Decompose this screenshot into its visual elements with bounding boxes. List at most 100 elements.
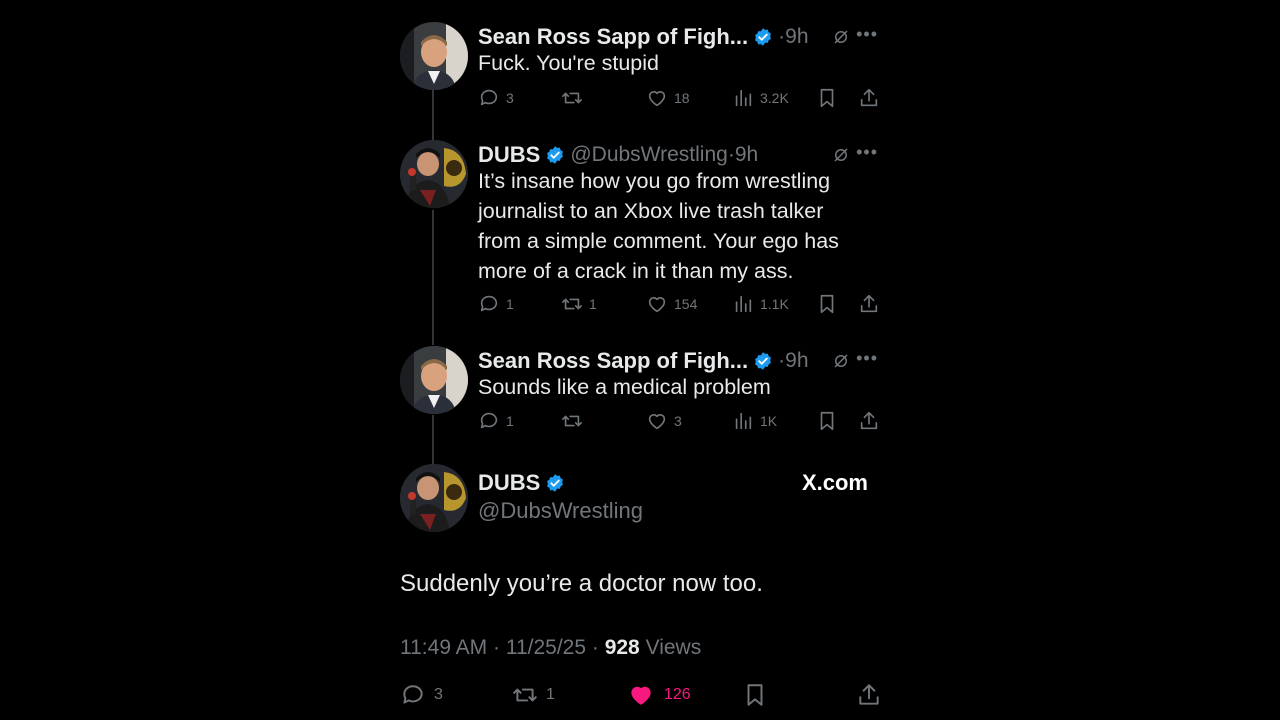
- views-count: 928: [604, 636, 640, 659]
- display-name[interactable]: Sean Ross Sapp of Figh...: [478, 24, 748, 50]
- views-button[interactable]: 3.2K: [732, 87, 789, 109]
- tweet-actions: 3 1 126: [400, 682, 880, 706]
- tweet-text: Suddenly you’re a doctor now too.: [400, 570, 763, 597]
- views-count: 3.2K: [760, 90, 789, 106]
- tweet-timestamp[interactable]: 11:49 AM · 11/25/25 · 928 Views: [400, 636, 701, 660]
- retweet-icon: [562, 92, 582, 104]
- reply-button[interactable]: 1: [478, 410, 514, 432]
- tweet-text-line: journalist to an Xbox live trash talker: [478, 199, 824, 223]
- reply-button[interactable]: 1: [478, 293, 514, 315]
- bookmark-icon: [820, 411, 834, 431]
- avatar[interactable]: [400, 346, 468, 414]
- share-icon: [860, 294, 878, 313]
- reply-icon: [480, 412, 498, 429]
- main-tweet: DUBS @DubsWrestling X.com Suddenly you’r…: [400, 464, 880, 720]
- display-name[interactable]: Sean Ross Sapp of Figh...: [478, 348, 748, 374]
- tweet-time[interactable]: ·9h: [728, 143, 758, 167]
- share-button[interactable]: [858, 293, 880, 315]
- retweet-button[interactable]: 1: [561, 293, 597, 315]
- tweet-time[interactable]: ·9h: [778, 25, 808, 49]
- reply-icon: [480, 295, 498, 312]
- share-button[interactable]: [858, 87, 880, 109]
- more-icon[interactable]: •••: [856, 142, 878, 163]
- tweet-text: Fuck. You're stupid: [478, 48, 659, 78]
- retweet-button[interactable]: 1: [512, 682, 555, 708]
- avatar-image: [400, 464, 468, 532]
- share-icon: [859, 684, 879, 705]
- like-button[interactable]: 3: [646, 410, 682, 432]
- views-icon: [735, 89, 752, 107]
- like-count: 3: [674, 413, 682, 429]
- avatar-image: [400, 346, 468, 414]
- views-icon: [735, 295, 752, 313]
- share-icon: [860, 411, 878, 430]
- like-icon: [648, 297, 666, 313]
- more-icon[interactable]: •••: [856, 24, 878, 45]
- avatar-image: [400, 140, 468, 208]
- share-icon: [860, 88, 878, 107]
- avatar[interactable]: [400, 140, 468, 208]
- like-icon: [631, 686, 651, 705]
- reply-button[interactable]: 3: [478, 87, 514, 109]
- like-count: 18: [674, 90, 690, 106]
- avatar[interactable]: [400, 464, 468, 532]
- views-count: 1K: [760, 413, 778, 429]
- reply-count: 1: [506, 296, 514, 312]
- avatar[interactable]: [400, 22, 468, 90]
- reply-tweet[interactable]: Sean Ross Sapp of Figh... ·9h ••• Sounds…: [400, 346, 880, 446]
- retweet-count: 1: [589, 296, 597, 312]
- display-name[interactable]: DUBS: [478, 142, 540, 168]
- bookmark-button[interactable]: [816, 293, 838, 315]
- views-icon: [735, 412, 752, 430]
- like-count: 126: [664, 686, 691, 703]
- reply-tweet[interactable]: DUBS @DubsWrestling ·9h ••• It’s insane …: [400, 140, 880, 330]
- bookmark-button[interactable]: [816, 87, 838, 109]
- retweet-button[interactable]: [561, 410, 589, 432]
- tweet-actions: 3 18 3.2K: [478, 87, 880, 111]
- verified-icon: [547, 474, 564, 492]
- like-button[interactable]: 18: [646, 87, 690, 109]
- bookmark-button[interactable]: [742, 682, 768, 708]
- reply-count: 3: [434, 686, 443, 703]
- reply-count: 1: [506, 413, 514, 429]
- tweet-text-line: from a simple comment. Your ego has: [478, 229, 839, 253]
- views-button[interactable]: 1K: [732, 410, 777, 432]
- avatar-image: [400, 22, 468, 90]
- like-icon: [648, 414, 666, 430]
- grok-icon[interactable]: [832, 146, 850, 164]
- views-button[interactable]: 1.1K: [732, 293, 789, 315]
- retweet-icon: [562, 298, 582, 310]
- tweet-actions: 1 1 154 1.1K: [478, 293, 880, 317]
- more-icon[interactable]: •••: [856, 348, 878, 369]
- tweet-text: It’s insane how you go from wrestling jo…: [478, 166, 839, 286]
- retweet-icon: [562, 415, 582, 427]
- retweet-button[interactable]: [561, 87, 589, 109]
- share-button[interactable]: [856, 682, 882, 708]
- views-label: Views: [639, 636, 702, 659]
- grok-icon[interactable]: [832, 352, 850, 370]
- grok-icon[interactable]: [832, 28, 850, 46]
- verified-icon: [547, 146, 564, 164]
- reply-icon: [480, 89, 498, 106]
- reply-button[interactable]: 3: [400, 682, 443, 708]
- handle[interactable]: @DubsWrestling: [478, 498, 643, 524]
- verified-icon: [755, 28, 772, 46]
- display-name[interactable]: DUBS: [478, 470, 540, 496]
- verified-icon: [755, 352, 772, 370]
- share-button[interactable]: [858, 410, 880, 432]
- like-button[interactable]: 126: [628, 682, 691, 708]
- bookmark-button[interactable]: [816, 410, 838, 432]
- retweet-icon: [513, 688, 537, 702]
- tweet-text-line: more of a crack in it than my ass.: [478, 259, 794, 283]
- handle[interactable]: @DubsWrestling: [570, 143, 727, 167]
- reply-icon: [403, 685, 423, 704]
- tweet-text-line: It’s insane how you go from wrestling: [478, 169, 831, 193]
- like-icon: [648, 91, 666, 107]
- like-button[interactable]: 154: [646, 293, 697, 315]
- bookmark-icon: [820, 88, 834, 108]
- bookmark-icon: [747, 684, 763, 706]
- tweet-text-line: Sounds like a medical problem: [478, 375, 771, 399]
- reply-tweet[interactable]: Sean Ross Sapp of Figh... ·9h ••• Fuck. …: [400, 22, 880, 122]
- reply-count: 3: [506, 90, 514, 106]
- tweet-time[interactable]: ·9h: [778, 349, 808, 373]
